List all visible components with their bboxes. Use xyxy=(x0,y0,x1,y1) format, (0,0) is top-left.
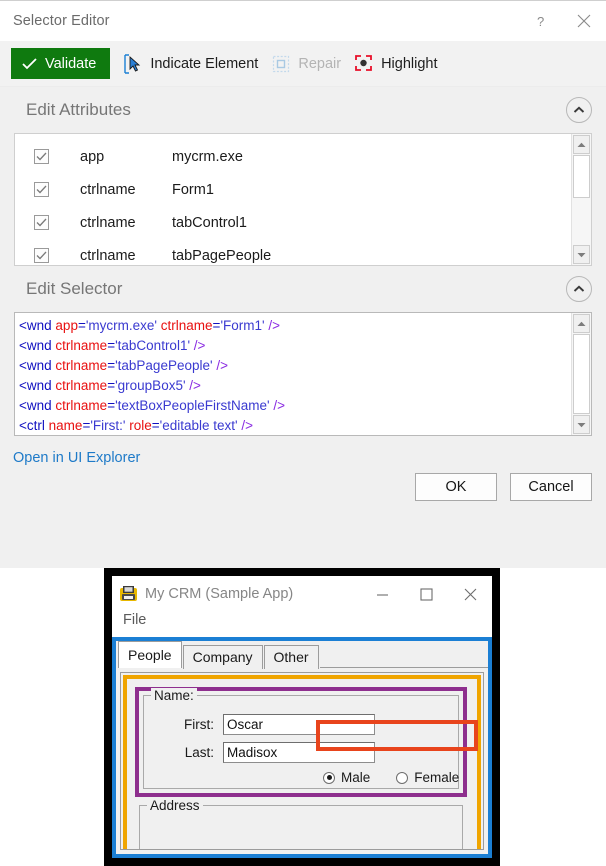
selector-line: <wnd ctrlname='textBoxPeopleFirstName' /… xyxy=(19,398,285,413)
dialog-titlebar: Selector Editor ? xyxy=(0,0,606,41)
repair-label: Repair xyxy=(298,55,342,72)
close-icon[interactable] xyxy=(448,579,492,609)
scroll-up-icon[interactable] xyxy=(573,135,590,154)
crm-title-text: My CRM (Sample App) xyxy=(145,586,294,602)
attribute-key: ctrlname xyxy=(80,181,136,198)
radio-male[interactable] xyxy=(323,771,335,784)
attribute-key: ctrlname xyxy=(80,247,136,264)
validate-button-label: Validate xyxy=(45,55,97,72)
selector-scroll-thumb[interactable] xyxy=(573,334,590,414)
attribute-checkbox[interactable] xyxy=(34,182,49,197)
attributes-scroll-track[interactable] xyxy=(572,155,591,244)
dialog-toolbar: Validate Indicate Element Repair Highlig… xyxy=(0,41,606,87)
selector-line: <wnd app='mycrm.exe' ctrlname='Form1' /> xyxy=(19,318,281,333)
radio-female[interactable] xyxy=(396,771,409,784)
highlight-tab-control: People Company Other Name: First: Oscar xyxy=(112,637,492,858)
attribute-value[interactable]: Form1 xyxy=(172,182,214,198)
radio-female-label: Female xyxy=(414,770,460,785)
attributes-scrollbar[interactable] xyxy=(571,134,591,265)
dialog-title: Selector Editor xyxy=(13,13,110,29)
attribute-key: app xyxy=(80,148,105,165)
selector-line: <ctrl name='First:' role='editable text'… xyxy=(19,418,254,433)
highlight-first-name-textbox xyxy=(316,720,478,751)
edit-attributes-header: Edit Attributes xyxy=(0,87,606,133)
crm-tabstrip: People Company Other xyxy=(116,641,488,669)
menu-item-file[interactable]: File xyxy=(123,612,146,628)
gender-radio-row: Male Female xyxy=(323,770,459,785)
attribute-value[interactable]: tabPagePeople xyxy=(172,248,271,264)
attributes-rows: app mycrm.exe ctrlname Form1 ctrlname tabCont… xyxy=(15,134,571,265)
name-group-box: Name: First: Oscar Last: Madisox Male Fe… xyxy=(143,688,478,789)
selector-scrollbar[interactable] xyxy=(571,313,591,435)
minimize-icon[interactable] xyxy=(360,579,404,609)
tabstrip-filler xyxy=(319,666,488,668)
address-group-legend: Address xyxy=(147,798,203,813)
indicate-element-label: Indicate Element xyxy=(150,55,259,72)
address-group-box: Address Add Line 1: 1040 Park Avenue xyxy=(139,798,463,849)
selector-scroll-track[interactable] xyxy=(572,334,591,414)
selector-line: <wnd ctrlname='tabControl1' /> xyxy=(19,338,206,353)
attributes-list: app mycrm.exe ctrlname Form1 ctrlname tabCont… xyxy=(14,133,592,266)
attribute-checkbox[interactable] xyxy=(34,149,49,164)
radio-male-label: Male xyxy=(341,770,371,785)
maximize-icon[interactable] xyxy=(404,579,448,609)
help-question-icon[interactable]: ? xyxy=(518,1,562,42)
scroll-down-icon[interactable] xyxy=(573,245,590,264)
attribute-value[interactable]: mycrm.exe xyxy=(172,149,243,165)
highlight-tab-page: Name: First: Oscar Last: Madisox Male Fe… xyxy=(123,675,481,849)
ok-button[interactable]: OK xyxy=(415,473,497,501)
highlight-button[interactable]: Highlight xyxy=(353,48,437,79)
check-icon xyxy=(22,57,37,70)
edit-selector-header: Edit Selector xyxy=(0,266,606,312)
attribute-row: ctrlname tabPagePeople xyxy=(15,239,571,265)
chevron-up-icon-selector[interactable] xyxy=(566,276,592,302)
selector-editor-box[interactable]: <wnd app='mycrm.exe' ctrlname='Form1' />… xyxy=(14,312,592,436)
last-name-label: Last: xyxy=(184,745,214,760)
repair-icon xyxy=(270,53,291,74)
scroll-up-icon[interactable] xyxy=(573,314,590,333)
crm-window-inner: My CRM (Sample App) File People Company … xyxy=(112,576,492,858)
attribute-checkbox[interactable] xyxy=(34,248,49,263)
tab-page-people: Name: First: Oscar Last: Madisox Male Fe… xyxy=(120,672,484,850)
highlight-target-icon xyxy=(353,53,374,74)
selector-text[interactable]: <wnd app='mycrm.exe' ctrlname='Form1' />… xyxy=(15,313,571,435)
crm-menubar: File xyxy=(112,612,492,637)
edit-selector-title: Edit Selector xyxy=(26,279,123,298)
cancel-button[interactable]: Cancel xyxy=(510,473,592,501)
attribute-checkbox[interactable] xyxy=(34,215,49,230)
attribute-value[interactable]: tabControl1 xyxy=(172,215,247,231)
scroll-down-icon[interactable] xyxy=(573,415,590,434)
highlight-label: Highlight xyxy=(381,55,438,72)
selector-line: <wnd ctrlname='tabPagePeople' /> xyxy=(19,358,228,373)
first-name-label: First: xyxy=(184,717,214,732)
close-icon[interactable] xyxy=(562,1,606,42)
indicate-cursor-icon xyxy=(122,53,143,74)
tab-company[interactable]: Company xyxy=(182,645,263,669)
attribute-row: app mycrm.exe xyxy=(15,140,571,173)
dialog-button-row: OK Cancel xyxy=(0,466,606,501)
attribute-key: ctrlname xyxy=(80,214,136,231)
chevron-up-icon-attributes[interactable] xyxy=(566,97,592,123)
name-group-legend: Name: xyxy=(151,688,197,703)
indicate-element-button[interactable]: Indicate Element xyxy=(122,48,258,79)
highlight-group-box: Name: First: Oscar Last: Madisox Male Fe… xyxy=(135,687,478,797)
attributes-scroll-thumb[interactable] xyxy=(573,155,590,198)
tab-other[interactable]: Other xyxy=(263,645,319,669)
crm-app-icon xyxy=(119,585,139,603)
selector-line: <wnd ctrlname='groupBox5' /> xyxy=(19,378,201,393)
validate-button[interactable]: Validate xyxy=(11,48,111,79)
repair-button: Repair xyxy=(270,48,341,79)
svg-text:?: ? xyxy=(537,14,544,29)
attribute-row: ctrlname tabControl1 xyxy=(15,206,571,239)
tab-people[interactable]: People xyxy=(118,641,182,668)
crm-titlebar: My CRM (Sample App) xyxy=(112,576,492,612)
crm-app-window: My CRM (Sample App) File People Company … xyxy=(104,568,500,866)
selector-editor-dialog: Selector Editor ? Validate Indicate Elem… xyxy=(0,0,606,568)
footer-link-row: Open in UI Explorer xyxy=(0,436,606,466)
edit-attributes-title: Edit Attributes xyxy=(26,100,131,119)
open-in-ui-explorer-link[interactable]: Open in UI Explorer xyxy=(13,450,140,466)
attribute-row: ctrlname Form1 xyxy=(15,173,571,206)
radio-male-dot xyxy=(326,775,332,780)
